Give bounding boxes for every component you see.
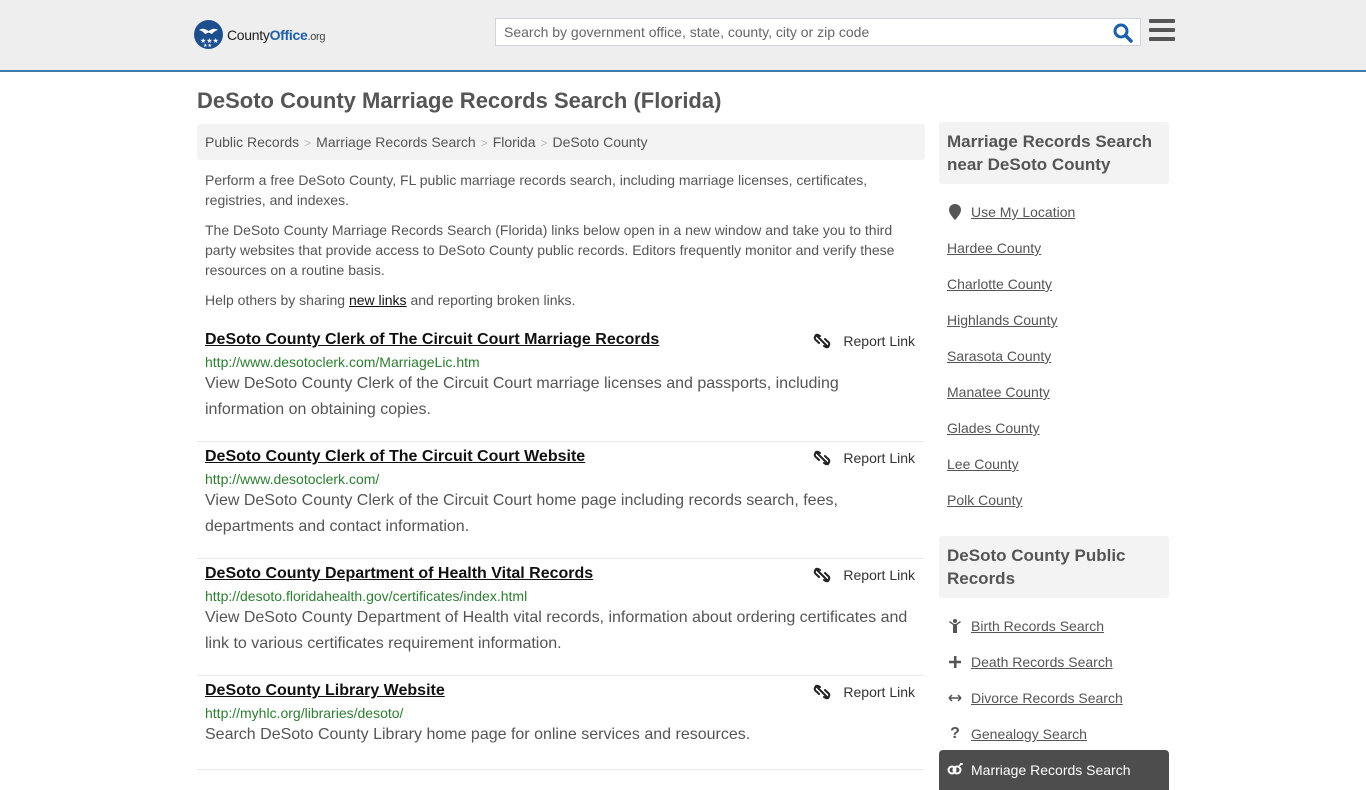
result-item: DeSoto County Clerk of The Circuit Court… (197, 325, 925, 442)
search-button[interactable] (1112, 22, 1134, 44)
county-link[interactable]: Polk County (947, 492, 1022, 508)
search-icon (1113, 23, 1133, 43)
result-item: DeSoto County Library Website Report Lin… (197, 676, 925, 770)
report-link-button[interactable]: Report Link (813, 332, 915, 350)
eagle-stars-logo-icon: ★★★ ★★ (194, 20, 223, 49)
report-link-button[interactable]: Report Link (813, 683, 915, 701)
broken-link-icon (814, 450, 831, 466)
breadcrumb-marriage-records-search[interactable]: Marriage Records Search (316, 134, 476, 150)
result-description: View DeSoto County Department of Health … (205, 609, 908, 652)
question-icon: ? (950, 725, 960, 742)
map-marker-icon (947, 204, 963, 220)
county-link[interactable]: Charlotte County (947, 276, 1052, 292)
nearby-county-item: Lee County (947, 446, 1169, 482)
county-link[interactable]: Highlands County (947, 312, 1058, 328)
nearby-county-item: Sarasota County (947, 338, 1169, 374)
marriage-symbol-icon (947, 762, 963, 778)
nearby-county-item: Manatee County (947, 374, 1169, 410)
logo-text: CountyOffice.org (227, 26, 326, 43)
county-link[interactable]: Manatee County (947, 384, 1050, 400)
intro-paragraph: The DeSoto County Marriage Records Searc… (205, 222, 895, 278)
nearby-county-item: Polk County (947, 482, 1169, 518)
result-description: Search DeSoto County Library home page f… (205, 726, 751, 743)
search-input[interactable] (496, 19, 1106, 45)
page-title: DeSoto County Marriage Records Search (F… (197, 88, 722, 113)
site-logo[interactable]: ★★★ ★★ CountyOffice.org (194, 20, 326, 49)
menu-bar-icon (1149, 37, 1175, 41)
county-link[interactable]: Sarasota County (947, 348, 1051, 364)
menu-bar-icon (1149, 28, 1175, 32)
death-records-link[interactable]: Death Records Search (971, 654, 1113, 670)
birth-records-link[interactable]: Birth Records Search (971, 618, 1104, 634)
new-links-link[interactable]: new links (349, 292, 407, 308)
county-link[interactable]: Glades County (947, 420, 1040, 436)
search-box (495, 18, 1141, 46)
use-my-location-link[interactable]: Use My Location (971, 204, 1075, 220)
public-records-list: Birth Records Search Death Records Searc… (939, 598, 1169, 762)
genealogy-search-link[interactable]: Genealogy Search (971, 726, 1087, 742)
public-records-heading: DeSoto County Public Records (939, 536, 1169, 598)
breadcrumb-separator: > (480, 136, 488, 150)
intro-paragraph: Perform a free DeSoto County, FL public … (205, 172, 868, 208)
broken-link-icon (814, 567, 831, 583)
site-header: ★★★ ★★ CountyOffice.org (0, 0, 1366, 72)
public-record-item: ? Genealogy Search (947, 716, 1169, 752)
result-description: View DeSoto County Clerk of the Circuit … (205, 492, 838, 535)
breadcrumb-public-records[interactable]: Public Records (205, 134, 299, 150)
intro-text: Perform a free DeSoto County, FL public … (205, 170, 917, 320)
breadcrumb-separator: > (304, 136, 312, 150)
nearby-county-item: Highlands County (947, 302, 1169, 338)
public-record-item: Birth Records Search (947, 608, 1169, 644)
result-title-link[interactable]: DeSoto County Department of Health Vital… (205, 565, 593, 583)
county-link[interactable]: Lee County (947, 456, 1019, 472)
broken-link-icon (814, 333, 831, 349)
result-title-link[interactable]: DeSoto County Clerk of The Circuit Court… (205, 448, 585, 466)
county-link[interactable]: Hardee County (947, 240, 1041, 256)
result-url[interactable]: http://myhlc.org/libraries/desoto/ (205, 705, 917, 721)
breadcrumb: Public Records > Marriage Records Search > F… (197, 124, 925, 160)
result-title-link[interactable]: DeSoto County Clerk of The Circuit Court… (205, 331, 659, 349)
nearby-heading: Marriage Records Search near DeSoto Coun… (939, 122, 1169, 184)
marriage-records-label: Marriage Records Search (971, 762, 1131, 778)
divorce-records-link[interactable]: Divorce Records Search (971, 690, 1123, 706)
broken-link-icon (814, 684, 831, 700)
arrows-horizontal-icon (947, 693, 963, 703)
public-record-item: Divorce Records Search (947, 680, 1169, 716)
breadcrumb-florida[interactable]: Florida (493, 134, 536, 150)
child-icon (947, 619, 963, 633)
use-my-location-item: Use My Location (947, 194, 1169, 230)
result-item: DeSoto County Clerk of The Circuit Court… (197, 442, 925, 559)
nearby-list: Use My Location Hardee County Charlotte … (939, 184, 1169, 528)
breadcrumb-separator: > (540, 136, 548, 150)
result-title-link[interactable]: DeSoto County Library Website (205, 682, 445, 700)
result-description: View DeSoto County Clerk of the Circuit … (205, 375, 839, 418)
marriage-records-active-item[interactable]: Marriage Records Search (939, 750, 1169, 790)
nearby-county-item: Hardee County (947, 230, 1169, 266)
result-url[interactable]: http://desoto.floridahealth.gov/certific… (205, 588, 917, 604)
sidebar: Marriage Records Search near DeSoto Coun… (939, 122, 1169, 790)
result-url[interactable]: http://www.desotoclerk.com/ (205, 471, 917, 487)
plus-icon (947, 656, 963, 668)
svg-text:★★: ★★ (203, 43, 212, 49)
report-link-button[interactable]: Report Link (813, 566, 915, 584)
hamburger-menu-button[interactable] (1149, 19, 1175, 41)
public-record-item: Death Records Search (947, 644, 1169, 680)
result-url[interactable]: http://www.desotoclerk.com/MarriageLic.h… (205, 354, 917, 370)
result-item: DeSoto County Department of Health Vital… (197, 559, 925, 676)
report-link-button[interactable]: Report Link (813, 449, 915, 467)
breadcrumb-current: DeSoto County (552, 134, 648, 150)
nearby-county-item: Charlotte County (947, 266, 1169, 302)
menu-bar-icon (1149, 19, 1175, 23)
intro-help-paragraph: Help others by sharing new links and rep… (205, 292, 576, 308)
results-list: DeSoto County Clerk of The Circuit Court… (197, 325, 925, 770)
nearby-county-item: Glades County (947, 410, 1169, 446)
